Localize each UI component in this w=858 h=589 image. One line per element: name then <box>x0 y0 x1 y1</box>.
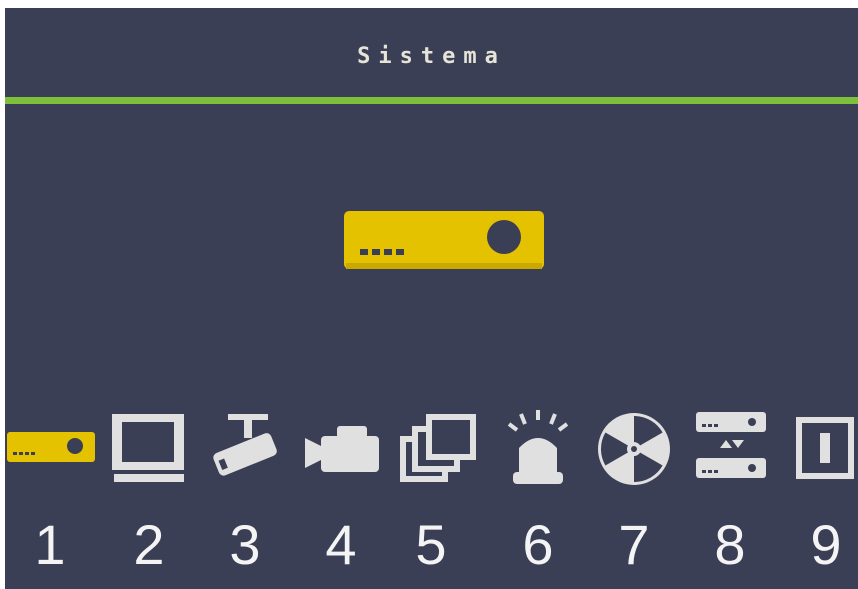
menu-item-3[interactable] <box>206 412 286 480</box>
menu-number-7: 7 <box>618 513 650 576</box>
menu-number-4: 4 <box>325 513 357 576</box>
menu-item-7[interactable] <box>595 410 673 492</box>
multi-screen-icon <box>400 414 476 482</box>
disk-icon <box>598 413 670 485</box>
menu-item-6[interactable] <box>503 408 573 492</box>
menu-item-5[interactable] <box>398 412 480 490</box>
menu-item-8[interactable] <box>694 410 770 492</box>
menu-number-1: 1 <box>34 513 66 576</box>
menu-number-3: 3 <box>229 513 261 576</box>
menu-number-9: 9 <box>810 513 842 576</box>
menu-item-9[interactable] <box>794 415 856 487</box>
alarm-siren-icon <box>507 410 569 484</box>
menu-screen: Sistema <box>5 8 858 589</box>
dvr-recorder-icon <box>7 432 95 462</box>
monitor-icon <box>112 414 184 482</box>
exit-icon <box>796 417 854 479</box>
menu-title: Sistema <box>357 44 506 69</box>
menu-number-5: 5 <box>415 513 447 576</box>
menu-item-1[interactable] <box>5 430 97 470</box>
menu-number-8: 8 <box>714 513 746 576</box>
menu-number-2: 2 <box>133 513 165 576</box>
title-divider <box>5 97 858 104</box>
cctv-camera-icon <box>213 414 277 476</box>
network-devices-icon <box>696 412 766 478</box>
menu-item-2[interactable] <box>110 412 188 490</box>
menu-number-6: 6 <box>522 513 554 576</box>
dvr-recorder-icon <box>344 211 544 269</box>
video-camera-icon <box>305 426 379 472</box>
menu-item-4[interactable] <box>303 422 383 480</box>
